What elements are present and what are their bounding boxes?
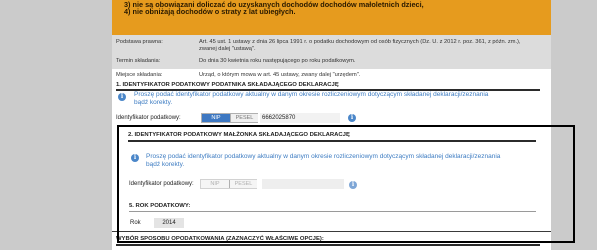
info-icon[interactable]: i — [348, 114, 356, 122]
taxation-method-divider — [116, 244, 540, 246]
form-info-panel: Podstawa prawna: Art. 45 ust. 1 ustawy z… — [112, 35, 551, 69]
legal-basis-value-2: zwanej dalej "ustawą". — [199, 46, 256, 52]
place-value: Urząd, o którym mowa w art. 45 ustawy, z… — [199, 72, 361, 78]
info-icon: i — [118, 93, 126, 101]
notice-line-2: 4) nie obniżają dochodów o straty z lat … — [124, 7, 296, 16]
section-1-id-type-toggle[interactable]: NIP PESEL — [201, 113, 258, 123]
nip-option[interactable]: NIP — [202, 114, 230, 122]
section-1-title: 1. IDENTYFIKATOR PODATKOWY PODATNIKA SKŁ… — [116, 82, 339, 88]
highlight-frame — [117, 125, 575, 243]
legal-basis-label: Podstawa prawna: — [116, 39, 163, 45]
section-1-hint-line-1: Proszę podać identyfikator podatkowy akt… — [134, 91, 489, 98]
left-backdrop — [0, 0, 112, 250]
section-1-id-label: Identyfikator podatkowy: — [116, 115, 181, 121]
deadline-label: Termin składania: — [116, 58, 161, 64]
deadline-value: Do dnia 30 kwietnia roku następującego p… — [199, 58, 356, 64]
section-1-hint-line-2: bądź korekty. — [134, 99, 173, 106]
notice-banner: 3) nie są obowiązani doliczać do uzyskan… — [112, 0, 551, 35]
section-1-id-input[interactable]: 6662025870 — [260, 113, 340, 123]
pesel-option[interactable]: PESEL — [230, 114, 258, 122]
legal-basis-value-1: Art. 45 ust. 1 ustawy z dnia 26 lipca 19… — [199, 39, 521, 45]
place-label: Miejsce składania: — [116, 72, 163, 78]
